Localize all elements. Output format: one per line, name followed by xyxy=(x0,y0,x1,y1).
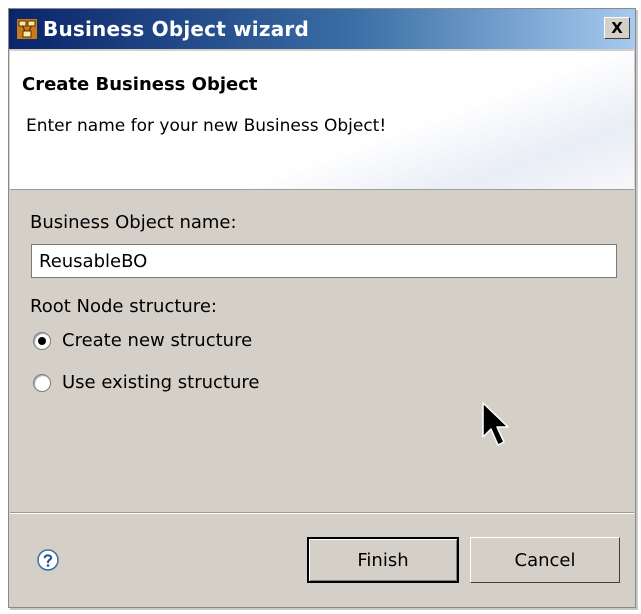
page-description: Enter name for your new Business Object! xyxy=(26,116,387,136)
page-title: Create Business Object xyxy=(22,74,258,95)
radio-unselected-icon[interactable] xyxy=(33,373,51,392)
close-button[interactable]: X xyxy=(604,17,630,39)
radio-use-existing-structure[interactable]: Use existing structure xyxy=(33,372,259,393)
window-title: Business Object wizard xyxy=(43,17,309,41)
wizard-dialog: Business Object wizard X Create Business… xyxy=(8,8,636,608)
radio-create-new-structure[interactable]: Create new structure xyxy=(33,330,252,351)
wizard-header: Create Business Object Enter name for yo… xyxy=(10,51,634,190)
cancel-button[interactable]: Cancel xyxy=(470,537,620,583)
radio-selected-icon[interactable] xyxy=(33,331,51,350)
mouse-pointer-icon xyxy=(482,402,509,446)
close-icon: X xyxy=(611,19,623,37)
radio-create-new-label: Create new structure xyxy=(62,330,253,351)
question-mark-circle-icon[interactable] xyxy=(37,549,59,571)
radio-use-existing-label: Use existing structure xyxy=(62,372,260,393)
footer-separator xyxy=(10,512,634,514)
business-object-name-input[interactable] xyxy=(31,244,617,278)
wizard-app-icon xyxy=(17,19,37,39)
title-bar[interactable]: Business Object wizard X xyxy=(9,9,635,49)
name-field-label: Business Object name: xyxy=(30,212,237,233)
finish-button[interactable]: Finish xyxy=(307,537,459,583)
root-node-label: Root Node structure: xyxy=(30,296,217,317)
